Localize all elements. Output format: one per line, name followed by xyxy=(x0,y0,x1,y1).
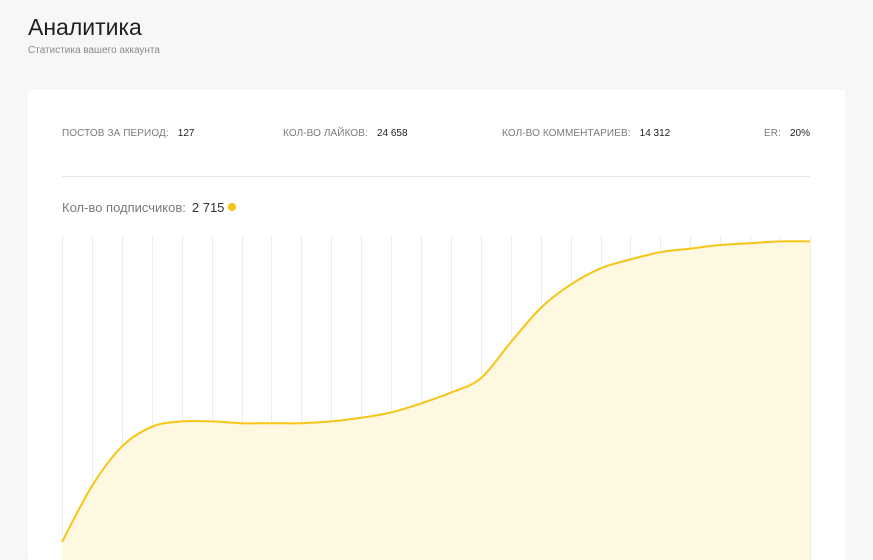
series-legend-dot xyxy=(228,203,237,211)
stat-posts-value: 127 xyxy=(177,128,195,139)
stat-likes-label: КОЛ-ВО ЛАЙКОВ: xyxy=(283,128,368,139)
subscribers-summary: Кол-во подписчиков: 2 715 xyxy=(62,200,237,215)
stat-er-label: ER: xyxy=(764,128,781,139)
page-title: Аналитика xyxy=(28,14,142,40)
stat-posts-label: ПОСТОВ ЗА ПЕРИОД: xyxy=(62,128,169,139)
stat-comments-value: 14 312 xyxy=(639,128,671,139)
stat-posts: ПОСТОВ ЗА ПЕРИОД: 127 xyxy=(62,128,194,139)
stats-row: ПОСТОВ ЗА ПЕРИОД: 127 КОЛ-ВО ЛАЙКОВ: 24 65… xyxy=(62,128,810,142)
stat-er: ER: 20% xyxy=(764,128,810,139)
subscribers-label: Кол-во подписчиков: xyxy=(62,200,186,215)
page-header: Аналитика Статистика вашего аккаунта xyxy=(28,12,160,56)
subscribers-value: 2 715 xyxy=(191,200,225,215)
subscribers-chart xyxy=(61,236,811,560)
stat-comments: КОЛ-ВО КОММЕНТАРИЕВ: 14 312 xyxy=(502,128,670,139)
stat-comments-label: КОЛ-ВО КОММЕНТАРИЕВ: xyxy=(502,128,631,139)
analytics-card: ПОСТОВ ЗА ПЕРИОД: 127 КОЛ-ВО ЛАЙКОВ: 24 65… xyxy=(28,90,845,560)
stat-likes: КОЛ-ВО ЛАЙКОВ: 24 658 xyxy=(283,128,408,139)
stat-likes-value: 24 658 xyxy=(376,128,408,139)
series-area-subscribers xyxy=(62,241,810,560)
stat-er-value: 20% xyxy=(789,128,810,139)
stats-divider xyxy=(62,176,810,177)
page-subtitle: Статистика вашего аккаунта xyxy=(28,45,160,56)
